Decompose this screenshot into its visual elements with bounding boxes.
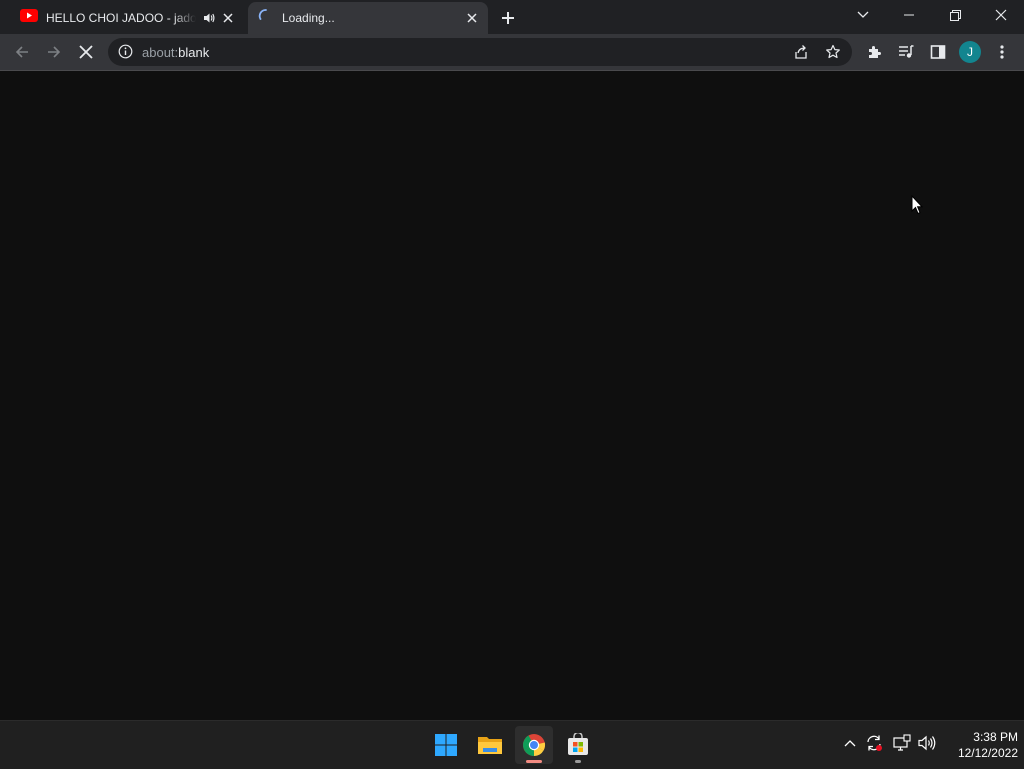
speaker-icon <box>918 735 936 751</box>
store-icon <box>568 733 588 755</box>
url-text[interactable]: about:blank <box>142 45 209 60</box>
more-vert-icon <box>1000 45 1004 59</box>
address-bar[interactable]: about:blank <box>108 38 852 66</box>
close-tab-icon[interactable] <box>220 10 236 26</box>
info-icon[interactable] <box>118 44 133 64</box>
url-scheme: about: <box>142 45 179 60</box>
show-hidden-icons-button[interactable] <box>840 733 860 753</box>
file-explorer-icon <box>478 737 502 754</box>
tab-loading[interactable]: Loading... <box>248 2 488 34</box>
start-button[interactable] <box>427 726 465 764</box>
speaker-icon[interactable] <box>202 11 216 25</box>
close-tab-icon[interactable] <box>464 10 480 26</box>
browser-toolbar: about:blank J <box>0 34 1024 71</box>
puzzle-icon <box>869 46 881 58</box>
taskbar-store[interactable] <box>559 726 597 764</box>
page-content[interactable] <box>0 71 1024 720</box>
mouse-cursor-icon <box>911 194 924 220</box>
arrow-right-icon <box>48 46 61 58</box>
clock-date: 12/12/2022 <box>957 746 1018 760</box>
tab-title: Loading... <box>282 11 335 25</box>
running-app-indicator <box>575 760 581 763</box>
network-button[interactable] <box>892 733 912 753</box>
tab-title: HELLO CHOI JADOO - jadoo <box>46 11 196 25</box>
bookmark-star-icon[interactable] <box>825 44 841 65</box>
system-clock[interactable]: 3:38 PM 12/12/2022 <box>940 729 1018 761</box>
restore-icon <box>949 9 961 21</box>
active-app-indicator <box>526 760 542 763</box>
minimize-icon <box>904 14 914 16</box>
tab-youtube[interactable]: HELLO CHOI JADOO - jadoo <box>8 2 244 34</box>
close-icon <box>995 9 1007 21</box>
restore-button[interactable] <box>932 0 978 30</box>
tab-strip: HELLO CHOI JADOO - jadoo Loading... <box>0 0 1024 34</box>
side-panel-button[interactable] <box>926 40 950 64</box>
side-panel-icon <box>930 45 946 59</box>
loading-spinner-icon <box>258 8 274 29</box>
back-button[interactable] <box>10 40 34 64</box>
windows-start-icon <box>435 734 457 756</box>
url-path: blank <box>178 45 210 60</box>
chrome-menu-button[interactable] <box>990 40 1014 64</box>
plus-icon <box>502 12 514 24</box>
minimize-button[interactable] <box>886 0 932 30</box>
media-controls-button[interactable] <box>894 40 918 64</box>
taskbar-file-explorer[interactable] <box>471 726 509 764</box>
clock-time: 3:38 PM <box>973 730 1018 744</box>
arrow-left-icon <box>15 46 28 58</box>
queue-music-icon <box>899 45 914 58</box>
profile-avatar[interactable]: J <box>959 41 981 63</box>
youtube-icon <box>20 9 38 27</box>
taskbar: 3:38 PM 12/12/2022 <box>0 720 1024 769</box>
chevron-up-icon <box>844 740 856 747</box>
stop-loading-button[interactable] <box>74 40 98 64</box>
chrome-icon <box>523 734 546 756</box>
extensions-button[interactable] <box>862 40 886 64</box>
share-icon[interactable] <box>793 44 809 65</box>
forward-button[interactable] <box>42 40 66 64</box>
chevron-down-icon <box>857 11 869 18</box>
tab-search-button[interactable] <box>840 0 886 30</box>
new-tab-button[interactable] <box>498 8 518 28</box>
sync-error-icon <box>867 735 882 751</box>
close-window-button[interactable] <box>978 0 1024 30</box>
taskbar-chrome[interactable] <box>515 726 553 764</box>
close-icon <box>79 45 93 59</box>
sync-status-button[interactable] <box>864 733 884 753</box>
volume-button[interactable] <box>917 733 937 753</box>
network-icon <box>893 734 911 751</box>
